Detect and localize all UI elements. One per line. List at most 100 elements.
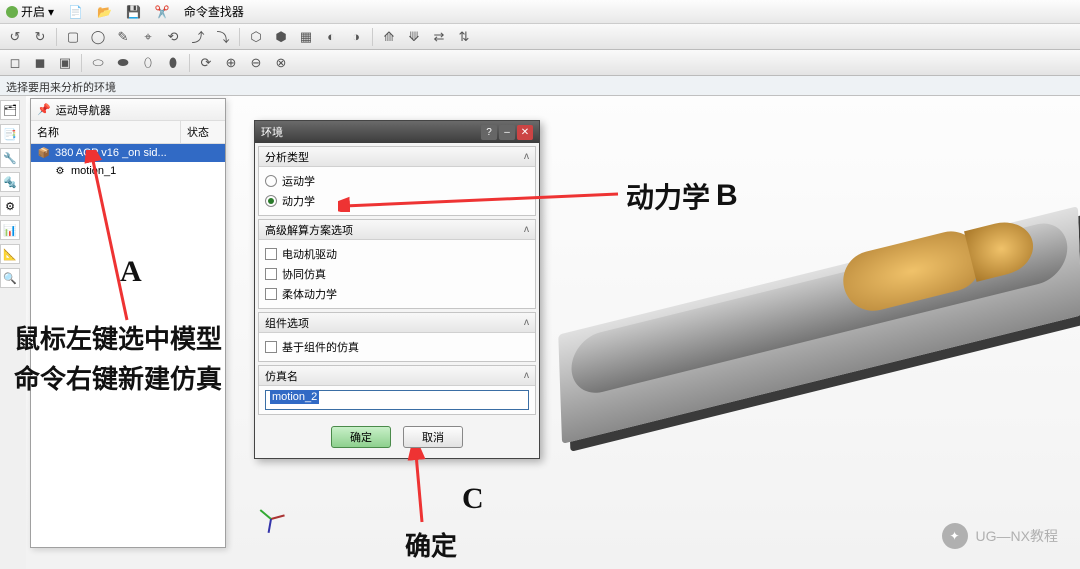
tool-icon[interactable]: ↺ [4, 26, 26, 48]
side-icon[interactable]: 🔩 [0, 172, 20, 192]
side-icon[interactable]: 🔧 [0, 148, 20, 168]
wechat-watermark: ✦ UG—NX教程 [942, 523, 1058, 549]
tool-icon[interactable]: ⟱ [403, 26, 425, 48]
side-icon[interactable]: ⚙ [0, 196, 20, 216]
section-simname: 仿真名 ᴧ motion_2 [258, 365, 536, 415]
tool-icon[interactable]: ⟰ [378, 26, 400, 48]
tool-icon[interactable]: ⌖ [137, 26, 159, 48]
menu-tool-4[interactable]: ✂️ [155, 5, 170, 19]
tool-icon[interactable]: ⤵ [212, 26, 234, 48]
side-icon[interactable]: 📐 [0, 244, 20, 264]
side-icon[interactable]: 📑 [0, 124, 20, 144]
side-icon[interactable]: 📊 [0, 220, 20, 240]
tool-icon[interactable]: ⤴ [187, 26, 209, 48]
radio-icon [265, 195, 277, 207]
dialog-button-row: 确定 取消 [255, 418, 539, 458]
toolbar-row-2[interactable]: ◻ ◼ ▣ ⬭ ⬬ ⬯ ⬮ ⟳ ⊕ ⊖ ⊗ [0, 50, 1080, 76]
collapse-icon[interactable]: ᴧ [524, 370, 529, 381]
tool-icon[interactable]: ⊕ [220, 52, 242, 74]
ok-label: 确定 [350, 429, 372, 445]
menu-start-label: 开启 [21, 3, 45, 20]
left-icon-bar[interactable]: 🗂 📑 🔧 🔩 ⚙ 📊 📐 🔍 [0, 96, 22, 288]
menu-tool-2[interactable]: 📂 [97, 5, 112, 19]
nav-item-label: 380 ACP v16 _on sid... [55, 147, 167, 159]
tool-icon[interactable]: ⬭ [87, 52, 109, 74]
check-motor[interactable]: 电动机驱动 [265, 244, 529, 264]
wechat-icon: ✦ [942, 523, 968, 549]
checkbox-icon [265, 288, 277, 300]
check-cosim[interactable]: 协同仿真 [265, 264, 529, 284]
menu-start[interactable]: 开启 ▾ [6, 3, 54, 20]
dialog-titlebar[interactable]: 环境 ? – ✕ [255, 121, 539, 143]
section-title: 高级解算方案选项 [265, 222, 353, 238]
checkbox-icon [265, 248, 277, 260]
radio-dynamics[interactable]: 动力学 [265, 191, 529, 211]
check-label: 柔体动力学 [282, 286, 337, 302]
cancel-button[interactable]: 取消 [403, 426, 463, 448]
menu-cmdsearch[interactable]: 命令查找器 [184, 3, 244, 20]
tool-icon[interactable]: ◐ [320, 26, 342, 48]
tool-icon[interactable]: ◼ [29, 52, 51, 74]
collapse-icon[interactable]: ᴧ [524, 317, 529, 328]
tool-icon[interactable]: ◯ [87, 26, 109, 48]
tool-icon[interactable]: ⬯ [137, 52, 159, 74]
watermark-text: UG—NX教程 [976, 526, 1058, 546]
section-title: 组件选项 [265, 315, 309, 331]
tool-icon[interactable]: ▦ [295, 26, 317, 48]
section-advanced: 高级解算方案选项 ᴧ 电动机驱动 协同仿真 柔体动力学 [258, 219, 536, 309]
tool-icon[interactable]: ⬢ [270, 26, 292, 48]
annotation-dynamics: 动力学 B [626, 176, 738, 216]
collapse-icon[interactable]: ᴧ [524, 224, 529, 235]
side-icon[interactable]: 🔍 [0, 268, 20, 288]
dialog-close-button[interactable]: ✕ [517, 125, 533, 140]
radio-kinematics[interactable]: 运动学 [265, 171, 529, 191]
start-icon [6, 6, 18, 18]
annotation-letter-c: C [462, 482, 484, 516]
side-icon[interactable]: 🗂 [0, 100, 20, 120]
check-label: 协同仿真 [282, 266, 326, 282]
section-component: 组件选项 ᴧ 基于组件的仿真 [258, 312, 536, 362]
section-title: 仿真名 [265, 368, 298, 384]
tool-icon[interactable]: ⬡ [245, 26, 267, 48]
menu-tool-3[interactable]: 💾 [126, 5, 141, 19]
navigator-item[interactable]: ⚙ motion_1 [31, 162, 225, 180]
environment-dialog[interactable]: 环境 ? – ✕ 分析类型 ᴧ 运动学 动力学 高级解算方案选项 ᴧ [254, 120, 540, 459]
motion-icon: ⚙ [53, 164, 67, 178]
tool-icon[interactable]: ⇄ [428, 26, 450, 48]
tool-icon[interactable]: ◻ [4, 52, 26, 74]
dialog-min-button[interactable]: – [499, 125, 515, 140]
tool-icon[interactable]: ◑ [345, 26, 367, 48]
toolbar-row-1[interactable]: ↺ ↻ ▢ ◯ ✎ ⌖ ⟲ ⤴ ⤵ ⬡ ⬢ ▦ ◐ ◑ ⟰ ⟱ ⇄ ⇅ [0, 24, 1080, 50]
pin-icon[interactable]: 📌 [37, 103, 51, 116]
tool-icon[interactable]: ⊗ [270, 52, 292, 74]
tool-icon[interactable]: ⇅ [453, 26, 475, 48]
menu-tool-1[interactable]: 📄 [68, 5, 83, 19]
tool-icon[interactable]: ⟲ [162, 26, 184, 48]
tool-icon[interactable]: ⊖ [245, 52, 267, 74]
checkbox-icon [265, 268, 277, 280]
tool-icon[interactable]: ⬮ [162, 52, 184, 74]
ok-button[interactable]: 确定 [331, 426, 391, 448]
tool-icon[interactable]: ✎ [112, 26, 134, 48]
annotation-letter-a: A [120, 255, 142, 289]
tool-icon[interactable]: ⟳ [195, 52, 217, 74]
col-status: 状态 [181, 121, 225, 143]
dialog-help-button[interactable]: ? [481, 125, 497, 140]
navigator-item-selected[interactable]: 📦 380 ACP v16 _on sid... [31, 144, 225, 162]
tool-icon[interactable]: ↻ [29, 26, 51, 48]
annotation-arrow-c [402, 448, 442, 528]
radio-icon [265, 175, 277, 187]
check-flex[interactable]: 柔体动力学 [265, 284, 529, 304]
tool-icon[interactable]: ▢ [62, 26, 84, 48]
section-analysis-type: 分析类型 ᴧ 运动学 动力学 [258, 146, 536, 216]
check-compbased[interactable]: 基于组件的仿真 [265, 337, 529, 357]
tool-icon[interactable]: ▣ [54, 52, 76, 74]
check-label: 电动机驱动 [282, 246, 337, 262]
collapse-icon[interactable]: ᴧ [524, 151, 529, 162]
col-name: 名称 [31, 121, 181, 143]
navigator-title: 运动导航器 [56, 102, 111, 118]
menu-bar[interactable]: 开启 ▾ 📄 📂 💾 ✂️ 命令查找器 [0, 0, 1080, 24]
check-label: 基于组件的仿真 [282, 339, 359, 355]
simname-input[interactable]: motion_2 [265, 390, 529, 410]
tool-icon[interactable]: ⬬ [112, 52, 134, 74]
